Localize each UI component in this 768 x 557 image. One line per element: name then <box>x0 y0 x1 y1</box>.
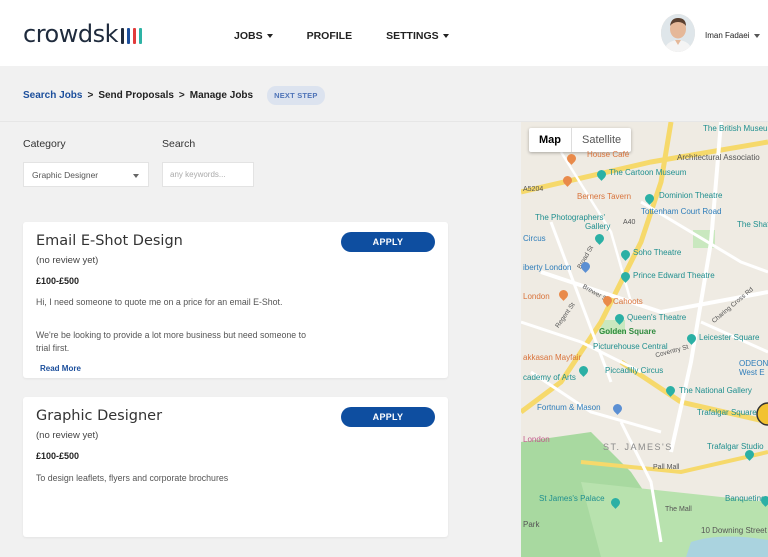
chevron-down-icon <box>133 174 139 178</box>
place-label: Circus <box>523 234 546 243</box>
district-label: ST. JAMES'S <box>603 442 673 452</box>
map-tab[interactable]: Map <box>529 128 572 152</box>
place-label: Picturehouse Central <box>593 342 668 351</box>
place-label: Trafalgar Studio <box>707 442 764 451</box>
apply-button[interactable]: APPLY <box>341 407 435 427</box>
search-input[interactable] <box>162 162 254 187</box>
nav-profile[interactable]: PROFILE <box>307 30 353 42</box>
place-label: The National Gallery <box>679 386 752 395</box>
road-label: A5204 <box>523 186 544 193</box>
place-label: Leicester Square <box>699 333 760 342</box>
brand-bars <box>120 24 142 44</box>
job-review: (no review yet) <box>36 430 99 441</box>
brand-logo[interactable]: crowdsk <box>23 20 142 48</box>
road-label: The Mall <box>665 506 692 513</box>
place-label: West E <box>739 368 765 377</box>
avatar-image <box>661 14 695 52</box>
job-description-2: We're be looking to provide a lot more b… <box>36 330 306 353</box>
breadcrumb-send-proposals[interactable]: Send Proposals <box>98 90 174 101</box>
place-label: Tottenham Court Road <box>641 207 722 216</box>
job-title: Graphic Designer <box>36 408 163 424</box>
user-name: Iman Fadaei <box>705 31 750 40</box>
place-label: Trafalgar Square <box>697 408 757 417</box>
place-label: The Cartoon Museum <box>609 168 687 177</box>
job-review: (no review yet) <box>36 255 99 266</box>
breadcrumb-separator: > <box>178 90 185 101</box>
brand-bar-2 <box>126 28 130 44</box>
chevron-down-icon <box>266 34 273 38</box>
nav-settings[interactable]: SETTINGS <box>386 30 449 42</box>
brand-bar-4 <box>138 28 142 44</box>
job-price: £100-£500 <box>36 451 80 461</box>
breadcrumb-manage-jobs[interactable]: Manage Jobs <box>190 90 253 101</box>
place-label: The Photographers' <box>535 213 606 222</box>
place-label: Piccadilly Circus <box>605 366 664 375</box>
read-more-link[interactable]: Read More <box>40 364 81 373</box>
place-label: Soho Theatre <box>633 248 682 257</box>
job-card: Email E-Shot Design (no review yet) £100… <box>23 222 448 378</box>
place-label: The Shaftesbu <box>737 220 768 229</box>
place-label: Gallery <box>585 222 611 231</box>
nav-settings-label: SETTINGS <box>386 30 439 42</box>
place-label: Banqueting <box>725 494 766 503</box>
place-label: London <box>523 435 550 444</box>
breadcrumb: Search Jobs > Send Proposals > Manage Jo… <box>23 86 325 105</box>
job-card: Graphic Designer (no review yet) £100-£5… <box>23 397 448 537</box>
place-label: Park <box>523 520 540 529</box>
place-label: Prince Edward Theatre <box>633 271 715 280</box>
place-label: Cahoots <box>613 297 643 306</box>
chevron-down-icon <box>754 33 761 38</box>
place-label: iberty London <box>523 263 572 272</box>
road-label: A40 <box>623 219 636 226</box>
place-label: 10 Downing Street <box>701 526 767 535</box>
satellite-tab[interactable]: Satellite <box>572 128 631 152</box>
place-label: The British Museum <box>703 124 768 133</box>
main-nav: JOBS PROFILE SETTINGS <box>234 30 483 42</box>
place-label: akkasan Mayfair <box>523 353 582 362</box>
breadcrumb-search-jobs[interactable]: Search Jobs <box>23 90 82 101</box>
nav-profile-label: PROFILE <box>306 30 353 42</box>
job-description: Hi, I need someone to quote me on a pric… <box>36 297 283 307</box>
search-label: Search <box>162 138 196 150</box>
header: crowdsk JOBS PROFILE SETTINGS Iman Fadae… <box>0 0 768 66</box>
breadcrumb-separator: > <box>87 90 94 101</box>
job-title: Email E-Shot Design <box>36 233 183 249</box>
job-description: To design leaflets, flyers and corporate… <box>36 473 229 483</box>
next-step-button[interactable]: NEXT STEP <box>267 86 325 105</box>
user-menu[interactable]: Iman Fadaei <box>705 31 761 40</box>
brand-bar-1 <box>120 28 124 44</box>
map[interactable]: Map Satellite The British Museum Archite… <box>521 122 768 557</box>
nav-jobs-label: JOBS <box>234 30 263 42</box>
nav-jobs[interactable]: JOBS <box>234 30 273 42</box>
place-label: House Café <box>587 150 630 159</box>
place-label: Golden Square <box>599 327 656 336</box>
place-label: cademy of Arts <box>523 373 576 382</box>
place-label: ODEON <box>739 359 768 368</box>
brand-name: crowdsk <box>23 20 118 48</box>
place-label: London <box>523 292 550 301</box>
place-label: Architectural Associatio <box>677 153 760 162</box>
apply-button[interactable]: APPLY <box>341 232 435 252</box>
avatar[interactable] <box>661 14 695 52</box>
place-label: Berners Tavern <box>577 192 632 201</box>
job-price: £100-£500 <box>36 276 80 286</box>
map-type-toggle: Map Satellite <box>529 128 632 152</box>
brand-bar-3 <box>132 28 136 44</box>
place-label: St James's Palace <box>539 494 605 503</box>
place-label: Fortnum & Mason <box>537 403 601 412</box>
category-select[interactable]: Graphic Designer <box>23 162 149 187</box>
category-label: Category <box>23 138 66 150</box>
category-select-value: Graphic Designer <box>32 170 99 180</box>
chevron-down-icon <box>442 34 449 38</box>
place-label: Dominion Theatre <box>659 191 723 200</box>
breadcrumb-bar: Search Jobs > Send Proposals > Manage Jo… <box>0 66 768 122</box>
road-label: Pall Mall <box>653 464 680 471</box>
place-label: Queen's Theatre <box>627 313 687 322</box>
